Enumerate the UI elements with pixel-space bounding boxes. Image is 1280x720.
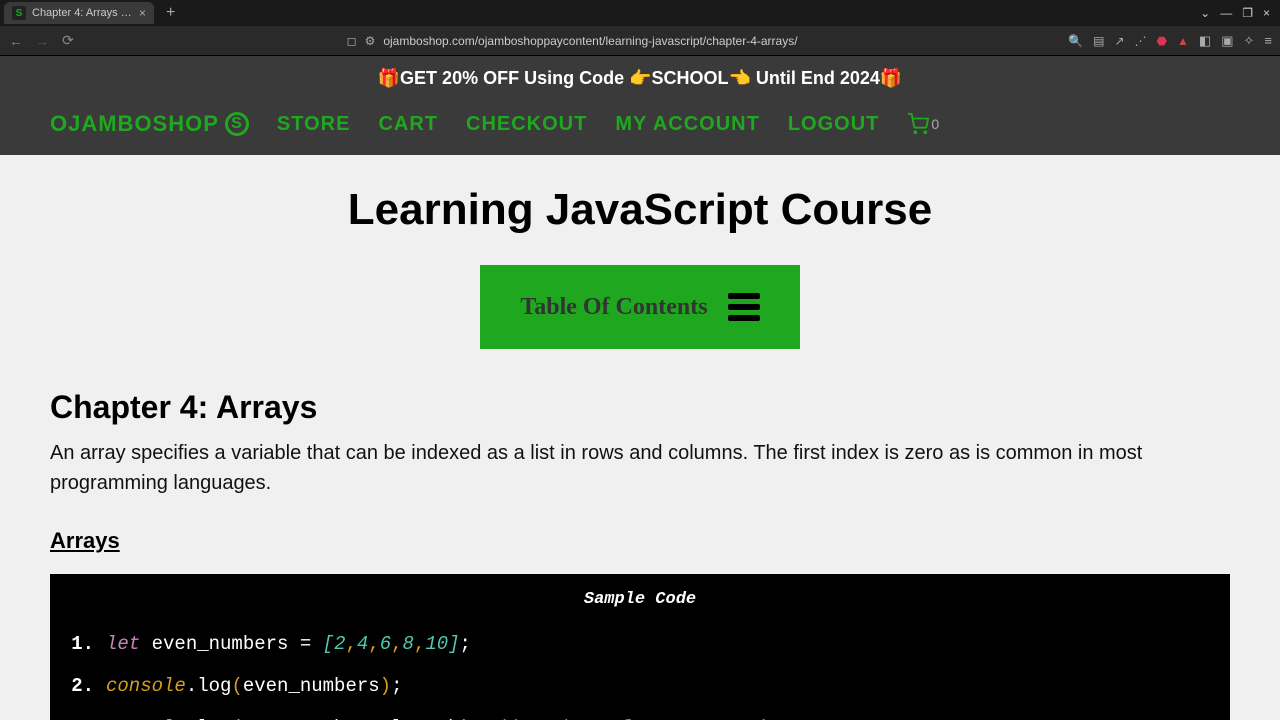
zoom-icon[interactable]: 🔍 [1068,34,1083,48]
close-window-icon[interactable]: × [1263,6,1270,20]
window-controls: ⌄ — ❐ × [1200,6,1276,20]
browser-toolbar: ← → ⟳ ◻ ⚙ ojamboshop.com/ojamboshoppayco… [0,26,1280,56]
site-nav: OJAMBOSHOP S STORE CART CHECKOUT MY ACCO… [0,101,1280,155]
browser-tab[interactable]: S Chapter 4: Arrays - Ojambo × [4,2,154,24]
menu-icon[interactable]: ≡ [1264,33,1272,48]
url-text: ojamboshop.com/ojamboshoppaycontent/lear… [383,34,797,48]
tab-strip: S Chapter 4: Arrays - Ojambo × + [4,2,181,24]
chevron-down-icon[interactable]: ⌄ [1200,6,1210,20]
nav-logout[interactable]: LOGOUT [788,113,880,136]
share-icon[interactable]: ↗ [1114,34,1124,48]
sidebar-icon[interactable]: ◧ [1199,33,1211,49]
cart-icon [907,113,929,135]
section-heading: Arrays [50,528,1230,554]
nav-store[interactable]: STORE [277,113,351,136]
rss-icon[interactable]: ⋰ [1135,34,1147,48]
cart-widget[interactable]: 0 [907,113,939,135]
page-title: Learning JavaScript Course [50,185,1230,235]
nav-cart[interactable]: CART [378,113,438,136]
code-title: Sample Code [70,590,1210,609]
triangle-icon[interactable]: ▲ [1177,34,1189,48]
site-settings-icon[interactable]: ⚙ [365,34,376,48]
tab-favicon: S [12,6,26,20]
window-titlebar: S Chapter 4: Arrays - Ojambo × + ⌄ — ❐ × [0,0,1280,26]
code-text: let even_numbers = [2,4,6,8,10]; [106,633,471,655]
maximize-icon[interactable]: ❐ [1242,6,1253,20]
minimize-icon[interactable]: — [1220,6,1232,20]
address-bar[interactable]: ◻ ⚙ ojamboshop.com/ojamboshoppaycontent/… [86,34,1058,48]
nav-account[interactable]: MY ACCOUNT [615,113,759,136]
sparkle-icon[interactable]: ✧ [1244,33,1255,49]
reload-button[interactable]: ⟳ [60,32,76,49]
new-tab-button[interactable]: + [160,4,181,22]
code-text: console.log(even_numbers); [106,675,402,697]
line-number: 1. [70,633,94,655]
page-viewport[interactable]: 🎁GET 20% OFF Using Code 👉SCHOOL👈 Until E… [0,56,1280,720]
toc-button[interactable]: Table Of Contents [480,265,800,349]
main-content: Learning JavaScript Course Table Of Cont… [0,155,1280,720]
cart-count: 0 [931,116,939,132]
nav-checkout[interactable]: CHECKOUT [466,113,587,136]
tab-title: Chapter 4: Arrays - Ojambo [32,7,133,19]
code-line-2: 2. console.log(even_numbers); [70,675,1210,697]
toc-label: Table Of Contents [520,294,707,321]
chapter-description: An array specifies a variable that can b… [50,438,1230,498]
hamburger-icon [728,293,760,321]
back-button[interactable]: ← [8,33,24,49]
shield-icon[interactable]: ⬣ [1157,34,1167,48]
extensions-icon[interactable]: ▣ [1221,33,1233,49]
brand-mark-icon: S [225,112,249,136]
bookmark-icon[interactable]: ◻ [347,34,357,48]
tab-close-icon[interactable]: × [139,6,146,20]
code-line-1: 1. let even_numbers = [2,4,6,8,10]; [70,633,1210,655]
line-number: 2. [70,675,94,697]
brand-logo[interactable]: OJAMBOSHOP S [50,111,249,137]
promo-banner: 🎁GET 20% OFF Using Code 👉SCHOOL👈 Until E… [0,56,1280,101]
chapter-heading: Chapter 4: Arrays [50,389,1230,426]
brand-text: OJAMBOSHOP [50,111,219,137]
forward-button[interactable]: → [34,33,50,49]
code-block: Sample Code 1. let even_numbers = [2,4,6… [50,574,1230,720]
reader-icon[interactable]: ▤ [1093,34,1104,48]
